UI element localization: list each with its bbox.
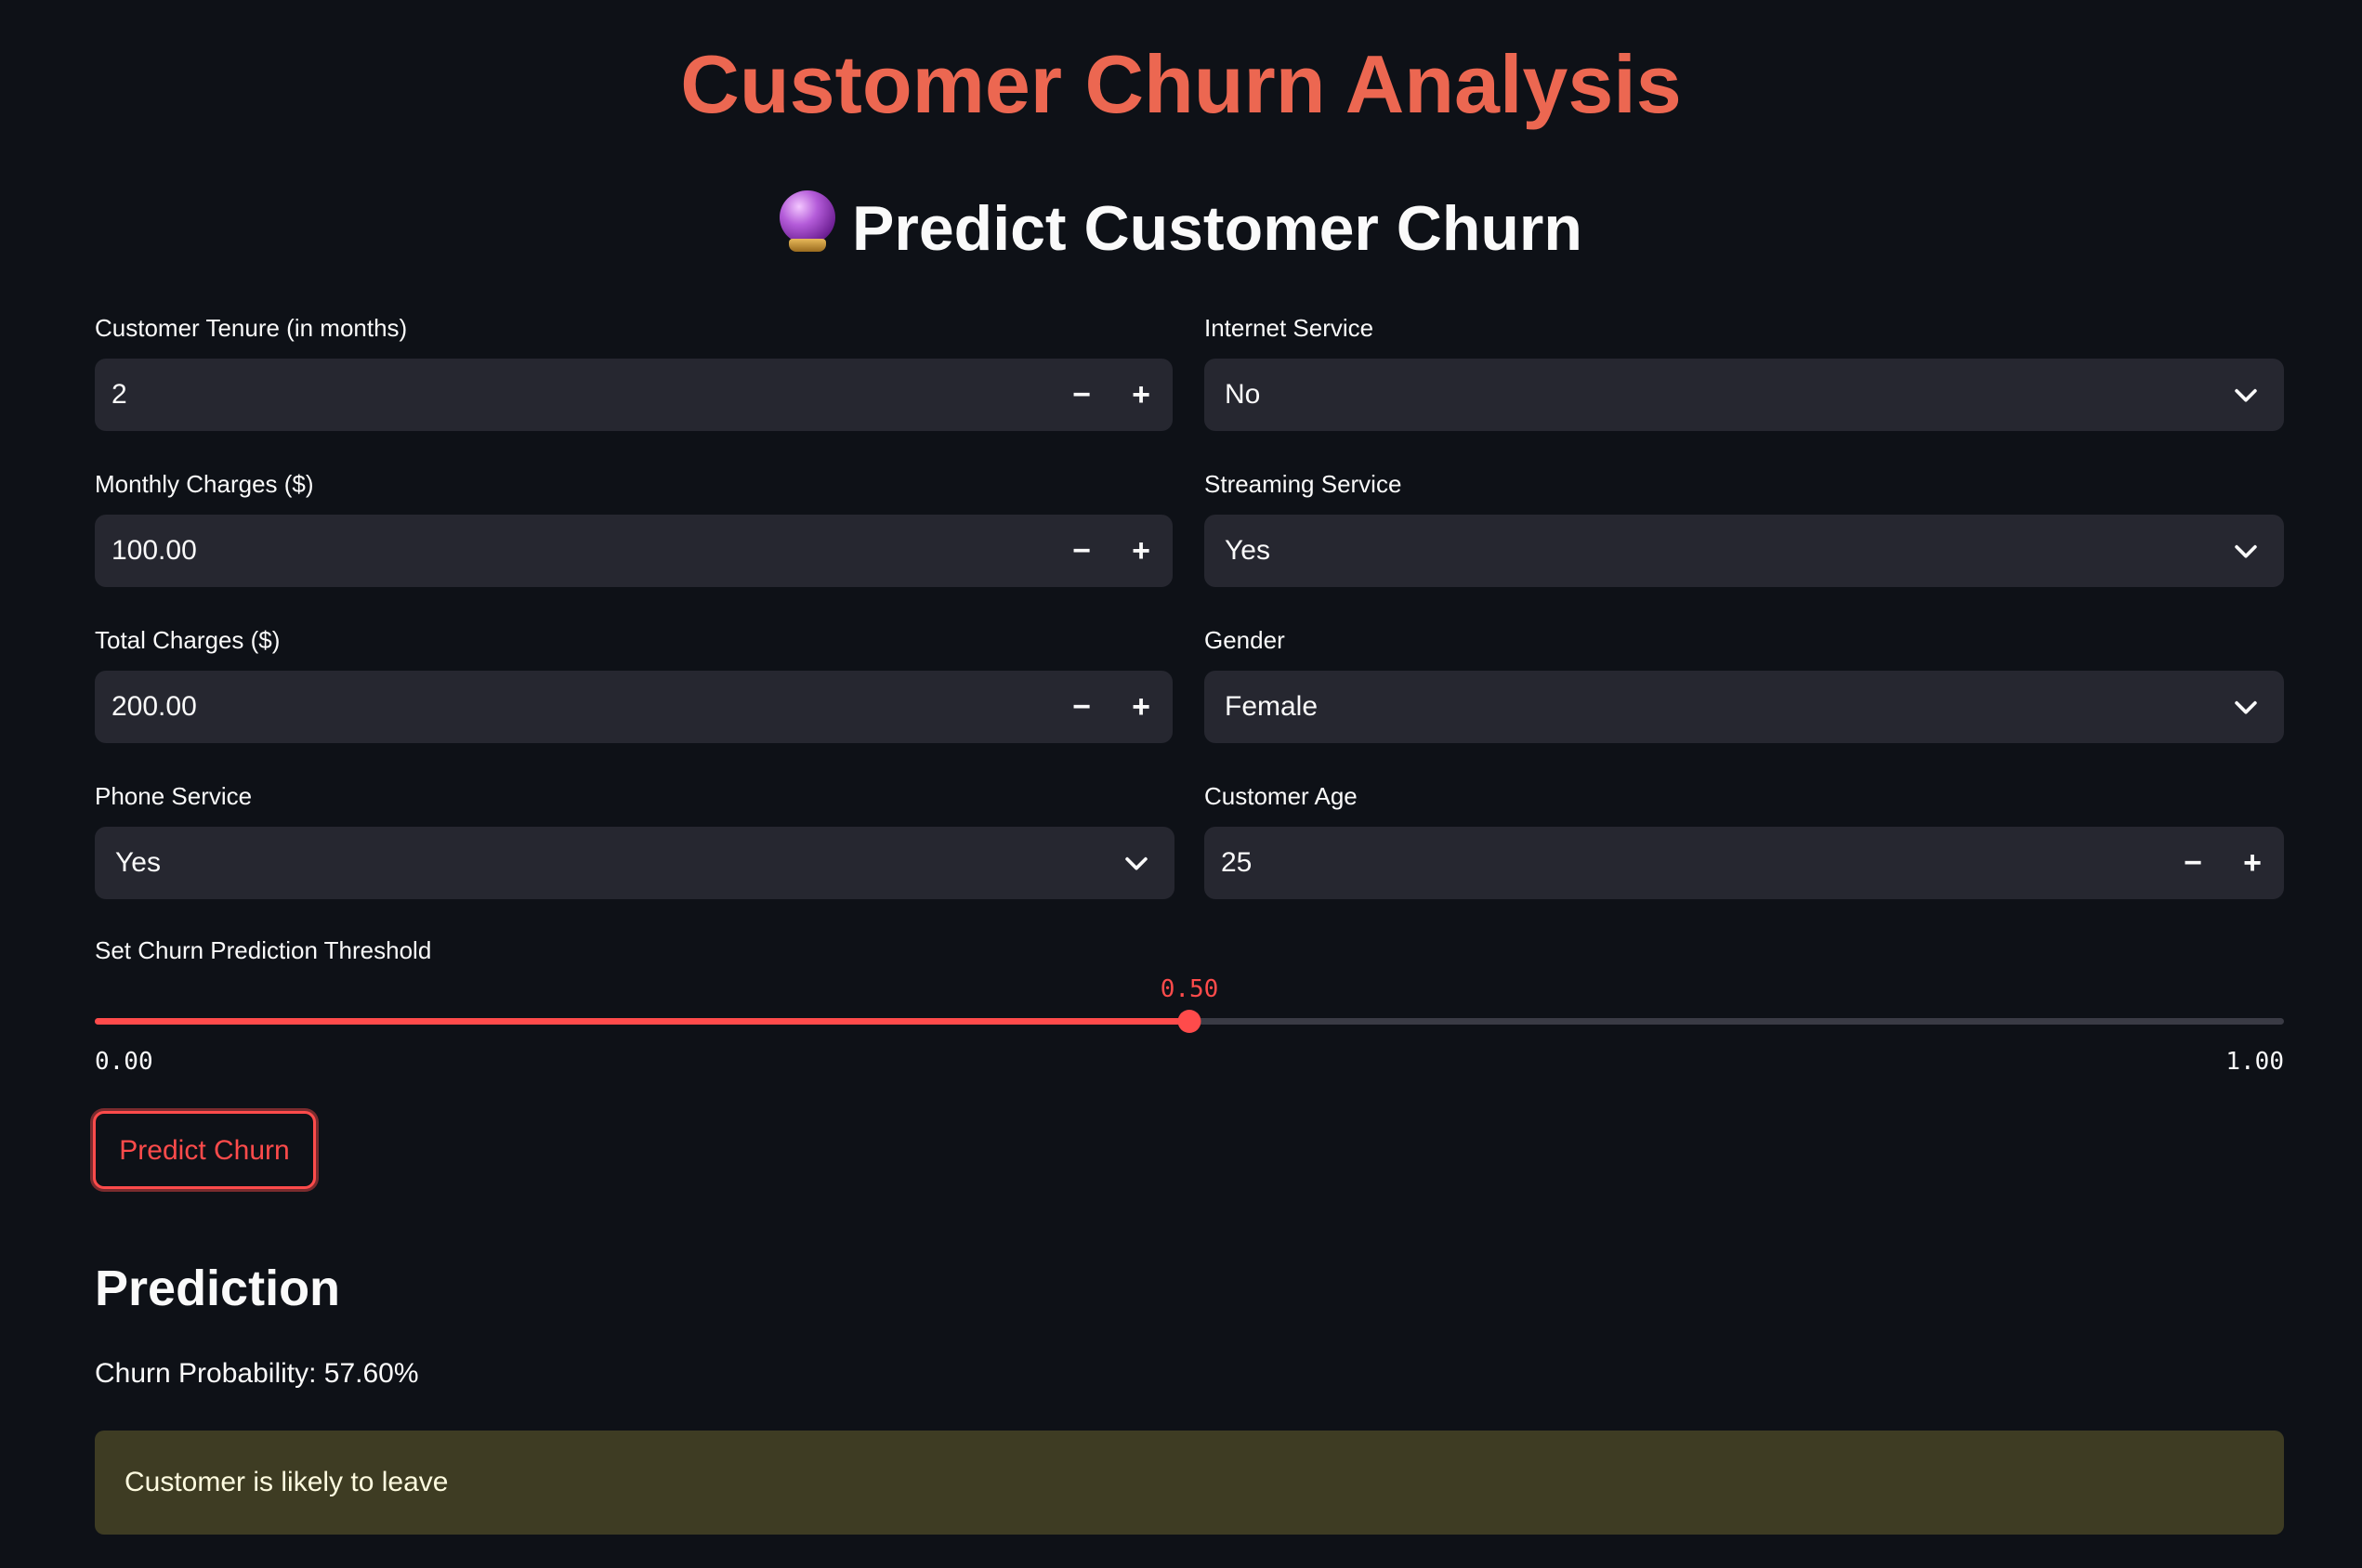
- phone-service-label: Phone Service: [95, 782, 253, 810]
- threshold-slider-track[interactable]: [95, 1010, 2284, 1033]
- tenure-input-box: 2 − +: [95, 359, 1173, 431]
- total-charges-input-box: 200.00 − +: [95, 671, 1173, 743]
- internet-service-select[interactable]: No: [1204, 359, 2284, 431]
- phone-service-selected-value: Yes: [115, 847, 161, 878]
- total-charges-field: Total Charges ($) 200.00 − +: [95, 624, 1173, 745]
- tenure-label: Customer Tenure (in months): [95, 314, 408, 342]
- threshold-value: 0.50: [1160, 975, 1219, 1003]
- subtitle-text: Predict Customer Churn: [852, 193, 1582, 264]
- total-charges-label: Total Charges ($): [95, 626, 281, 654]
- customer-age-decrement-button[interactable]: −: [2163, 827, 2223, 899]
- streaming-service-field: Streaming Service Yes: [1204, 468, 2284, 589]
- chevron-down-icon: [1125, 856, 1148, 870]
- predict-churn-button[interactable]: Predict Churn: [93, 1111, 316, 1189]
- customer-age-label: Customer Age: [1204, 782, 1358, 810]
- threshold-min-label: 0.00: [95, 1048, 153, 1076]
- chevron-down-icon: [2235, 388, 2257, 402]
- internet-service-field: Internet Service No: [1204, 312, 2284, 433]
- threshold-label: Set Churn Prediction Threshold: [95, 936, 432, 964]
- tenure-input[interactable]: 2: [112, 359, 127, 431]
- streaming-service-label: Streaming Service: [1204, 470, 1402, 498]
- churn-probability-text: Churn Probability: 57.60%: [95, 1358, 419, 1389]
- gender-field: Gender Female: [1204, 624, 2284, 745]
- threshold-max-label: 1.00: [2225, 1048, 2284, 1076]
- total-charges-input[interactable]: 200.00: [112, 671, 197, 743]
- threshold-slider-fill: [95, 1018, 1189, 1025]
- app-page: Customer Churn Analysis Predict Customer…: [0, 0, 2362, 1568]
- monthly-charges-increment-button[interactable]: +: [1111, 515, 1171, 587]
- crystal-ball-icon: [780, 190, 836, 254]
- chevron-down-icon: [2235, 544, 2257, 558]
- gender-select[interactable]: Female: [1204, 671, 2284, 743]
- phone-service-select[interactable]: Yes: [95, 827, 1174, 899]
- section-subtitle: Predict Customer Churn: [0, 190, 2362, 265]
- gender-selected-value: Female: [1225, 691, 1319, 722]
- internet-service-label: Internet Service: [1204, 314, 1374, 342]
- monthly-charges-decrement-button[interactable]: −: [1052, 515, 1111, 587]
- chevron-down-icon: [2235, 700, 2257, 714]
- tenure-field: Customer Tenure (in months) 2 − +: [95, 312, 1173, 433]
- page-title: Customer Churn Analysis: [680, 38, 1682, 130]
- customer-age-input[interactable]: 25: [1221, 827, 1252, 899]
- phone-service-field: Phone Service Yes: [95, 780, 1174, 901]
- streaming-service-selected-value: Yes: [1225, 535, 1270, 566]
- tenure-decrement-button[interactable]: −: [1052, 359, 1111, 431]
- threshold-slider-thumb[interactable]: [1177, 1010, 1201, 1033]
- prediction-heading: Prediction: [95, 1261, 341, 1316]
- warning-alert: Customer is likely to leave: [95, 1431, 2284, 1535]
- internet-service-selected-value: No: [1225, 379, 1261, 410]
- monthly-charges-input[interactable]: 100.00: [112, 515, 197, 587]
- streaming-service-select[interactable]: Yes: [1204, 515, 2284, 587]
- warning-alert-message: Customer is likely to leave: [125, 1467, 449, 1497]
- total-charges-increment-button[interactable]: +: [1111, 671, 1171, 743]
- customer-age-field: Customer Age 25 − +: [1204, 780, 2284, 901]
- customer-age-input-box: 25 − +: [1204, 827, 2284, 899]
- total-charges-decrement-button[interactable]: −: [1052, 671, 1111, 743]
- monthly-charges-field: Monthly Charges ($) 100.00 − +: [95, 468, 1173, 589]
- monthly-charges-input-box: 100.00 − +: [95, 515, 1173, 587]
- monthly-charges-label: Monthly Charges ($): [95, 470, 314, 498]
- gender-label: Gender: [1204, 626, 1285, 654]
- customer-age-increment-button[interactable]: +: [2223, 827, 2282, 899]
- tenure-increment-button[interactable]: +: [1111, 359, 1171, 431]
